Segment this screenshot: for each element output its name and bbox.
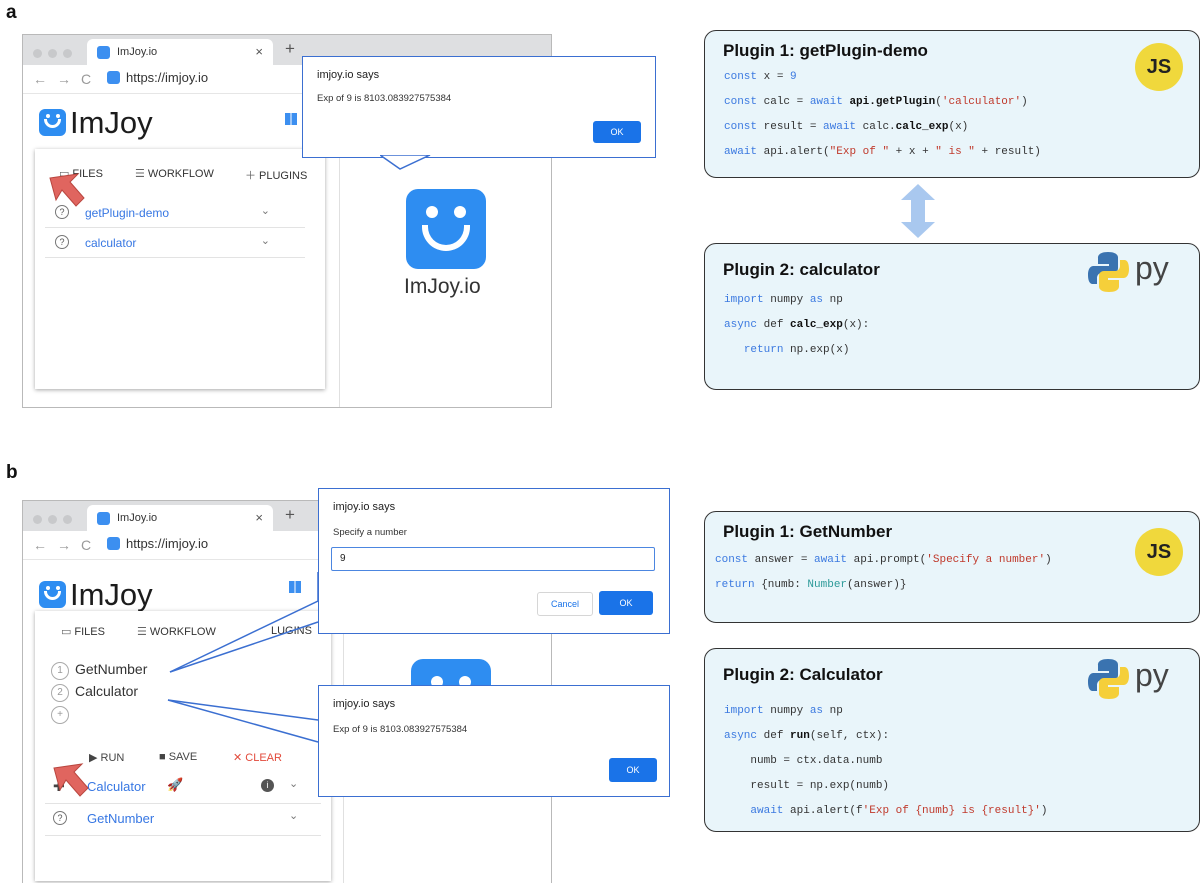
dialog-message: Exp of 9 is 8103.083927575384 <box>333 724 468 735</box>
python-icon: py <box>1085 657 1195 699</box>
js-icon: JS <box>1135 528 1183 576</box>
dialog-message: Specify a number <box>333 527 407 538</box>
code-title: Plugin 2: Calculator <box>723 665 883 684</box>
cancel-button[interactable]: Cancel <box>537 592 593 616</box>
code-title: Plugin 1: GetNumber <box>723 522 893 541</box>
code-box-plugin1: Plugin 1: GetNumber JS const answer = aw… <box>704 511 1200 623</box>
prompt-dialog: imjoy.io says Specify a number 9 Cancel … <box>318 488 670 634</box>
number-input[interactable]: 9 <box>331 547 655 571</box>
dialog-title: imjoy.io says <box>333 501 396 513</box>
pointer-arrow-icon <box>53 763 89 797</box>
code-body: import numpy as np async def run(self, ct… <box>724 705 1048 817</box>
py-label: py <box>1135 657 1169 693</box>
code-box-plugin2: Plugin 2: Calculator py import numpy as … <box>704 648 1200 832</box>
dialog-title: imjoy.io says <box>333 698 396 710</box>
alert-dialog: imjoy.io says Exp of 9 is 8103.083927575… <box>318 685 670 797</box>
ok-button[interactable]: OK <box>609 758 657 782</box>
code-body: const answer = await api.prompt('Specify… <box>715 554 1052 591</box>
ok-button[interactable]: OK <box>599 591 653 615</box>
